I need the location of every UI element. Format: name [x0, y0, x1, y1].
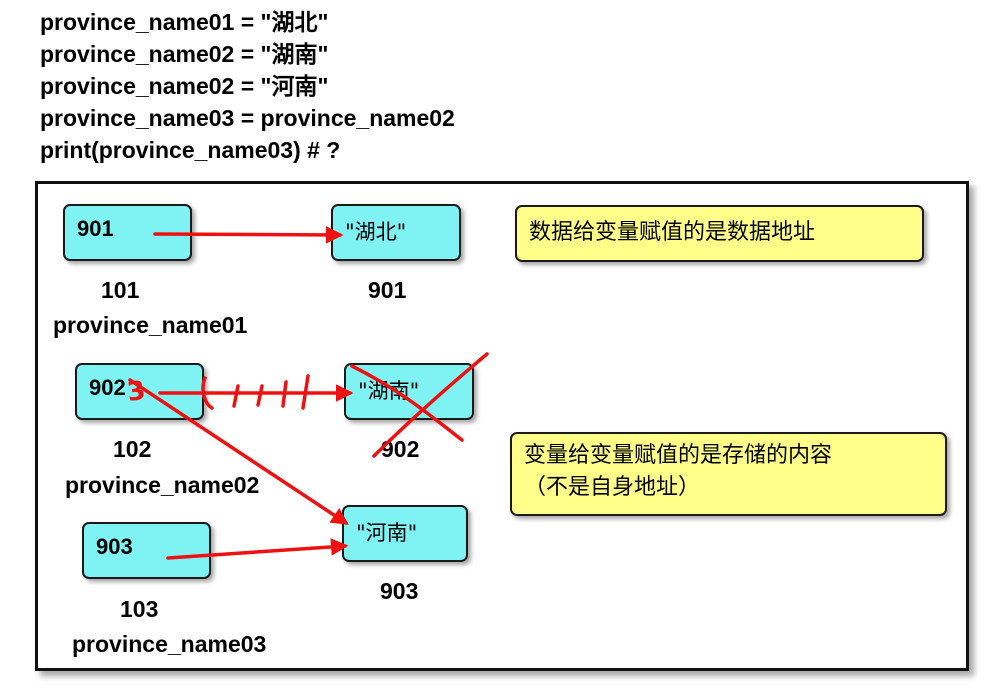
arrow-var3-to-value3 [166, 538, 349, 560]
arrow-var1-to-value1 [153, 226, 344, 244]
crossout-tick-5 [301, 374, 310, 410]
annotation-overlay: 3 [125, 226, 489, 560]
crossout-x-2 [372, 352, 489, 458]
crossout-tick-2 [232, 384, 240, 408]
crossout-x-1 [350, 364, 464, 442]
arrow-var2-to-value3 [128, 378, 349, 525]
crossout-tick-3 [256, 384, 264, 407]
handwritten-3: 3 [125, 376, 147, 408]
crossout-tick-4 [281, 380, 288, 408]
